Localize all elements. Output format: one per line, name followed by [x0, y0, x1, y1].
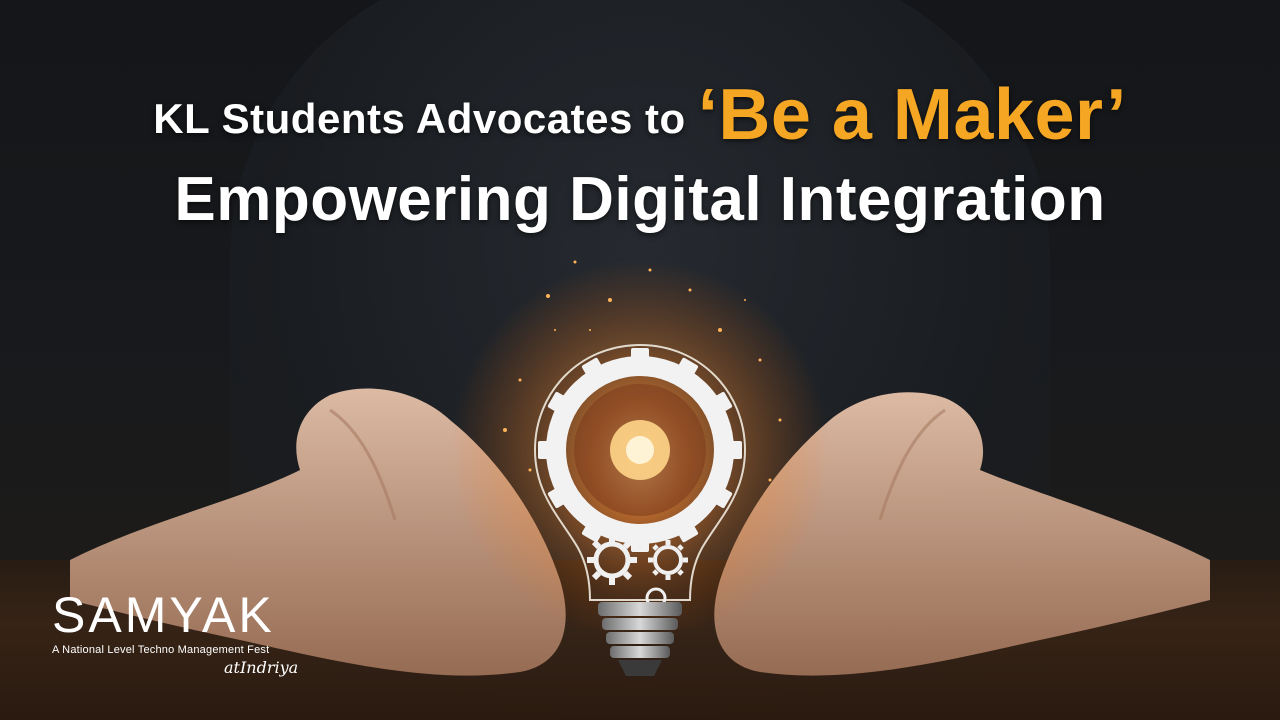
logo-tagline: A National Level Techno Management Fest	[52, 644, 270, 656]
headline-prefix: KL Students Advocates to	[153, 95, 686, 142]
logo-subbrand: atIndriya	[224, 658, 299, 677]
samyak-logo: SAMYAK A National Level Techno Managemen…	[52, 590, 298, 677]
banner-image: KL Students Advocates to ‘Be a Maker’ Em…	[0, 0, 1280, 720]
headline-line-2: Empowering Digital Integration	[174, 165, 1106, 234]
bulb-base	[598, 602, 682, 676]
headline-highlight: ‘Be a Maker’	[697, 75, 1127, 155]
headline-line-1: KL Students Advocates to ‘Be a Maker’	[0, 74, 1280, 156]
logo-wordmark: SAMYAK	[52, 587, 275, 643]
